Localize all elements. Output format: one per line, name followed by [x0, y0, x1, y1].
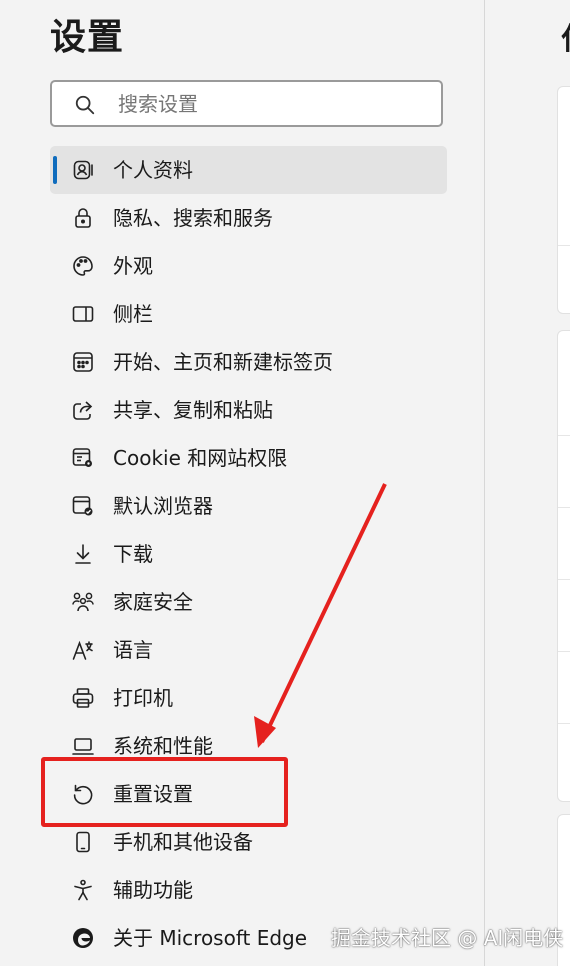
sidebar-icon — [71, 302, 95, 326]
sidebar-item-label: 默认浏览器 — [113, 494, 213, 518]
settings-window: 设置 搜索设置 个人资料 隐私、搜索和服务 外观 侧栏 开始、主页和新建标签页 … — [0, 0, 570, 966]
sidebar-item-label: 系统和性能 — [113, 734, 213, 758]
sidebar-item-privacy[interactable]: 隐私、搜索和服务 — [50, 194, 447, 242]
sidebar-item-label: 隐私、搜索和服务 — [113, 206, 273, 230]
annotation-highlight-box — [41, 757, 288, 827]
search-icon — [74, 94, 96, 116]
sidebar-item-label: 下载 — [113, 542, 153, 566]
edge-logo-icon — [71, 926, 95, 950]
sidebar-item-label: 共享、复制和粘贴 — [113, 398, 273, 422]
settings-content-pane: 仁 — [485, 0, 570, 966]
profile-icon — [71, 158, 95, 182]
sidebar-item-profile[interactable]: 个人资料 — [50, 146, 447, 194]
sidebar-item-family-safety[interactable]: 家庭安全 — [50, 578, 447, 626]
download-icon — [71, 542, 95, 566]
language-icon — [71, 638, 95, 662]
sidebar-item-label: 关于 Microsoft Edge — [113, 926, 308, 950]
sidebar-item-languages[interactable]: 语言 — [50, 626, 447, 674]
sidebar-item-appearance[interactable]: 外观 — [50, 242, 447, 290]
card-divider — [558, 723, 570, 724]
sidebar-item-default-browser[interactable]: 默认浏览器 — [50, 482, 447, 530]
settings-nav: 个人资料 隐私、搜索和服务 外观 侧栏 开始、主页和新建标签页 共享、复制和粘贴… — [50, 146, 447, 962]
share-icon — [71, 398, 95, 422]
default-browser-icon — [71, 494, 95, 518]
printer-icon — [71, 686, 95, 710]
lock-icon — [71, 206, 95, 230]
card-divider — [558, 507, 570, 508]
search-placeholder: 搜索设置 — [118, 92, 198, 116]
sidebar-item-label: 开始、主页和新建标签页 — [113, 350, 333, 374]
sidebar-item-label: 外观 — [113, 254, 153, 278]
laptop-icon — [71, 734, 95, 758]
card-divider — [558, 651, 570, 652]
sidebar-item-start-home-newtab[interactable]: 开始、主页和新建标签页 — [50, 338, 447, 386]
site-permissions-icon — [71, 446, 95, 470]
sidebar-item-label: 家庭安全 — [113, 590, 193, 614]
sidebar-item-printers[interactable]: 打印机 — [50, 674, 447, 722]
sidebar-item-label: 个人资料 — [113, 158, 193, 182]
family-icon — [71, 590, 95, 614]
search-input[interactable]: 搜索设置 — [50, 80, 443, 127]
phone-icon — [71, 830, 95, 854]
sidebar-item-accessibility[interactable]: 辅助功能 — [50, 866, 447, 914]
sidebar-item-cookies[interactable]: Cookie 和网站权限 — [50, 434, 447, 482]
palette-icon — [71, 254, 95, 278]
page-title: 设置 — [50, 17, 125, 58]
sidebar-item-label: 辅助功能 — [113, 878, 193, 902]
sidebar-item-label: 手机和其他设备 — [113, 830, 253, 854]
accessibility-icon — [71, 878, 95, 902]
content-title: 仁 — [561, 20, 570, 60]
content-card — [557, 86, 570, 314]
sidebar-item-share-copy-paste[interactable]: 共享、复制和粘贴 — [50, 386, 447, 434]
card-divider — [558, 245, 570, 246]
content-card — [557, 330, 570, 802]
sidebar-item-label: Cookie 和网站权限 — [113, 446, 288, 470]
active-indicator — [53, 156, 57, 184]
sidebar-item-label: 打印机 — [113, 686, 173, 710]
card-divider — [558, 579, 570, 580]
card-divider — [558, 435, 570, 436]
sidebar-item-downloads[interactable]: 下载 — [50, 530, 447, 578]
watermark: 掘金技术社区 @ AI闲电侠 — [331, 926, 564, 950]
sidebar-item-sidebar[interactable]: 侧栏 — [50, 290, 447, 338]
sidebar-item-label: 语言 — [113, 638, 153, 662]
home-grid-icon — [71, 350, 95, 374]
sidebar-item-label: 侧栏 — [113, 302, 153, 326]
